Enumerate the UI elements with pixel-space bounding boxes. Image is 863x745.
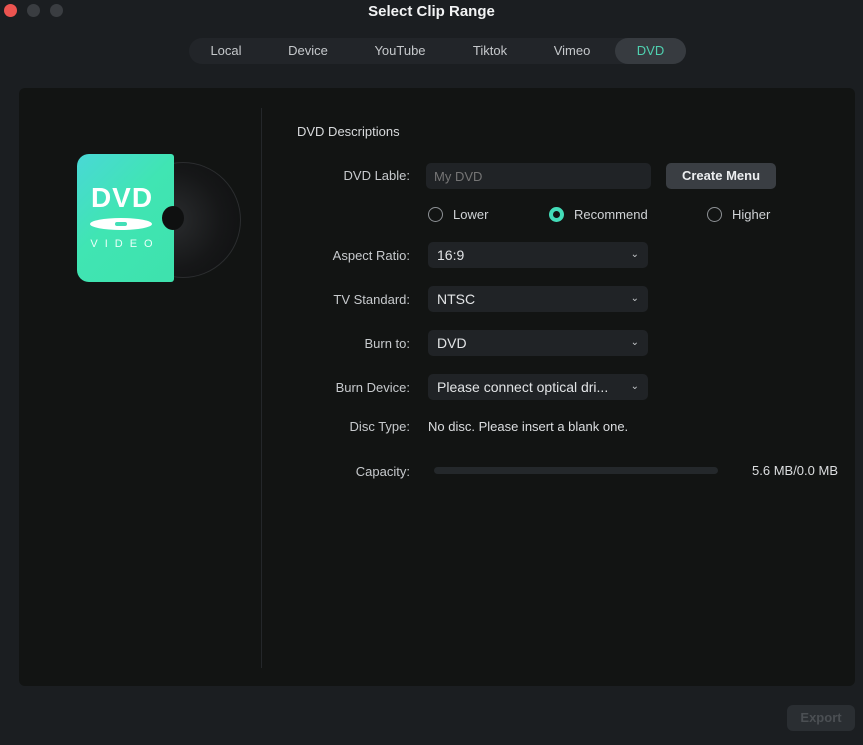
dvd-label-label: DVD Lable: — [343, 168, 410, 183]
dvd-label-input[interactable] — [426, 163, 651, 189]
capacity-value: 5.6 MB/0.0 MB — [752, 463, 838, 478]
disc-icon — [90, 218, 152, 230]
radio-icon[interactable] — [707, 207, 722, 222]
disc-type-label: Disc Type: — [349, 419, 410, 434]
window-title: Select Clip Range — [368, 3, 495, 20]
tab-youtube[interactable]: YouTube — [353, 38, 447, 64]
dvd-icon-subtitle: VIDEO — [90, 238, 160, 250]
tab-device[interactable]: Device — [263, 38, 353, 64]
tab-vimeo[interactable]: Vimeo — [533, 38, 611, 64]
tv-standard-select[interactable]: NTSC ⌄ — [428, 286, 648, 312]
radio-label: Recommend — [574, 207, 648, 222]
burn-to-select[interactable]: DVD ⌄ — [428, 330, 648, 356]
export-button[interactable]: Export — [787, 705, 855, 731]
capacity-progress-bar — [434, 467, 718, 474]
chevron-down-icon: ⌄ — [630, 381, 639, 392]
burn-device-label: Burn Device: — [335, 380, 410, 395]
select-value: NTSC — [437, 291, 476, 307]
source-tabs: Local Device YouTube Tiktok Vimeo DVD — [189, 38, 686, 64]
section-title: DVD Descriptions — [297, 124, 400, 139]
select-clip-range-window: Select Clip Range Local Device YouTube T… — [0, 0, 863, 745]
radio-higher[interactable]: Higher — [707, 207, 770, 222]
radio-label: Higher — [732, 207, 771, 222]
create-menu-button[interactable]: Create Menu — [666, 163, 776, 189]
tv-standard-label: TV Standard: — [333, 292, 410, 307]
tab-local[interactable]: Local — [189, 38, 263, 64]
dvd-video-icon: DVD VIDEO — [77, 154, 241, 284]
capacity-label: Capacity: — [355, 464, 410, 479]
select-value: DVD — [437, 335, 467, 351]
dvd-icon-title: DVD — [90, 182, 154, 213]
radio-icon[interactable] — [428, 207, 443, 222]
case-notch — [162, 206, 184, 230]
tab-dvd[interactable]: DVD — [615, 38, 686, 64]
select-value: 16:9 — [437, 247, 465, 263]
dvd-case-graphic: DVD VIDEO — [77, 154, 174, 282]
radio-recommend[interactable]: Recommend — [549, 207, 648, 222]
chevron-down-icon: ⌄ — [630, 249, 639, 260]
chevron-down-icon: ⌄ — [630, 337, 639, 348]
select-value: Please connect optical dri... — [437, 379, 609, 395]
dvd-settings-panel: DVD VIDEO DVD Descriptions DVD Lable: Cr… — [19, 88, 855, 686]
burn-to-label: Burn to: — [364, 336, 410, 351]
radio-lower[interactable]: Lower — [428, 207, 488, 222]
radio-checked-icon[interactable] — [549, 207, 564, 222]
tab-tiktok[interactable]: Tiktok — [447, 38, 533, 64]
chevron-down-icon: ⌄ — [630, 293, 639, 304]
aspect-ratio-select[interactable]: 16:9 ⌄ — [428, 242, 648, 268]
aspect-ratio-label: Aspect Ratio: — [332, 248, 410, 263]
radio-label: Lower — [453, 207, 489, 222]
panel-divider — [261, 108, 262, 668]
disc-type-value: No disc. Please insert a blank one. — [428, 419, 629, 434]
burn-device-select[interactable]: Please connect optical dri... ⌄ — [428, 374, 648, 400]
